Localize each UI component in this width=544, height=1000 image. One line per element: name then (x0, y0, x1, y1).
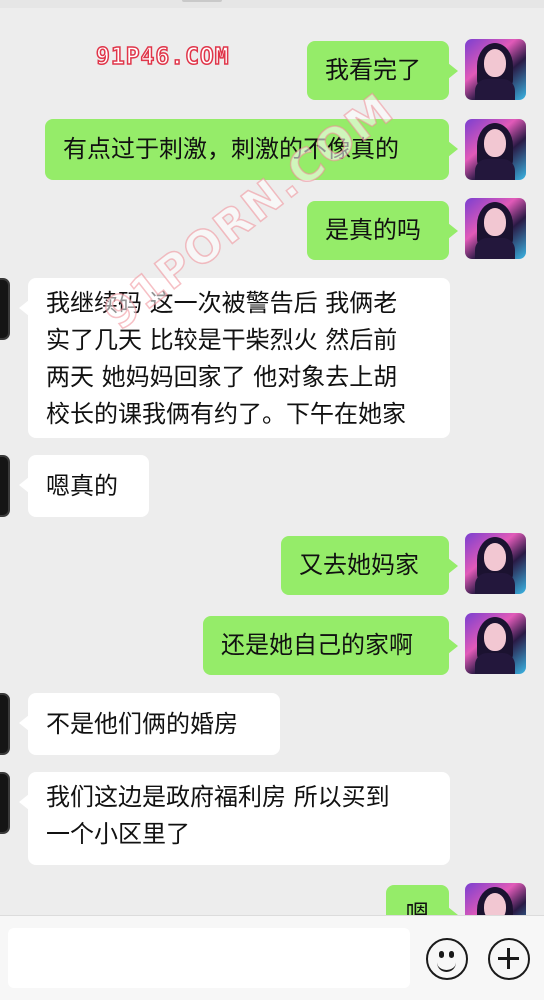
contact-avatar[interactable] (0, 278, 10, 340)
my-avatar[interactable] (465, 883, 526, 915)
status-dash (182, 0, 222, 2)
message-bubble-received[interactable]: 不是他们俩的婚房 (19, 693, 280, 755)
message-bubble-received[interactable]: 我们这边是政府福利房 所以买到 一个小区里了 (19, 772, 450, 865)
message-bubble-sent[interactable]: 是真的吗 (307, 201, 458, 260)
input-bar (0, 915, 544, 1000)
my-avatar[interactable] (465, 533, 526, 594)
message-bubble-received[interactable]: 我继续码 这一次被警告后 我俩老 实了几天 比较是干柴烈火 然后前 两天 她妈妈… (19, 278, 450, 438)
top-edge (0, 0, 544, 8)
contact-avatar[interactable] (0, 772, 10, 834)
emoji-icon[interactable] (426, 938, 468, 980)
message-bubble-sent[interactable]: 还是她自己的家啊 (203, 616, 458, 675)
my-avatar[interactable] (465, 39, 526, 100)
message-bubble-received[interactable]: 嗯真的 (19, 455, 149, 517)
chat-area: 我看完了 有点过于刺激，刺激的不像真的 是真的吗 我继续码 这一次被警告后 我俩… (0, 0, 544, 915)
contact-avatar[interactable] (0, 455, 10, 517)
plus-icon[interactable] (488, 938, 530, 980)
my-avatar[interactable] (465, 613, 526, 674)
message-bubble-sent[interactable]: 嗯 (386, 885, 458, 915)
message-bubble-sent[interactable]: 又去她妈家 (281, 536, 458, 595)
contact-avatar[interactable] (0, 693, 10, 755)
my-avatar[interactable] (465, 198, 526, 259)
my-avatar[interactable] (465, 119, 526, 180)
watermark-logo: 91P46.COM (95, 43, 230, 71)
message-input[interactable] (8, 928, 410, 988)
